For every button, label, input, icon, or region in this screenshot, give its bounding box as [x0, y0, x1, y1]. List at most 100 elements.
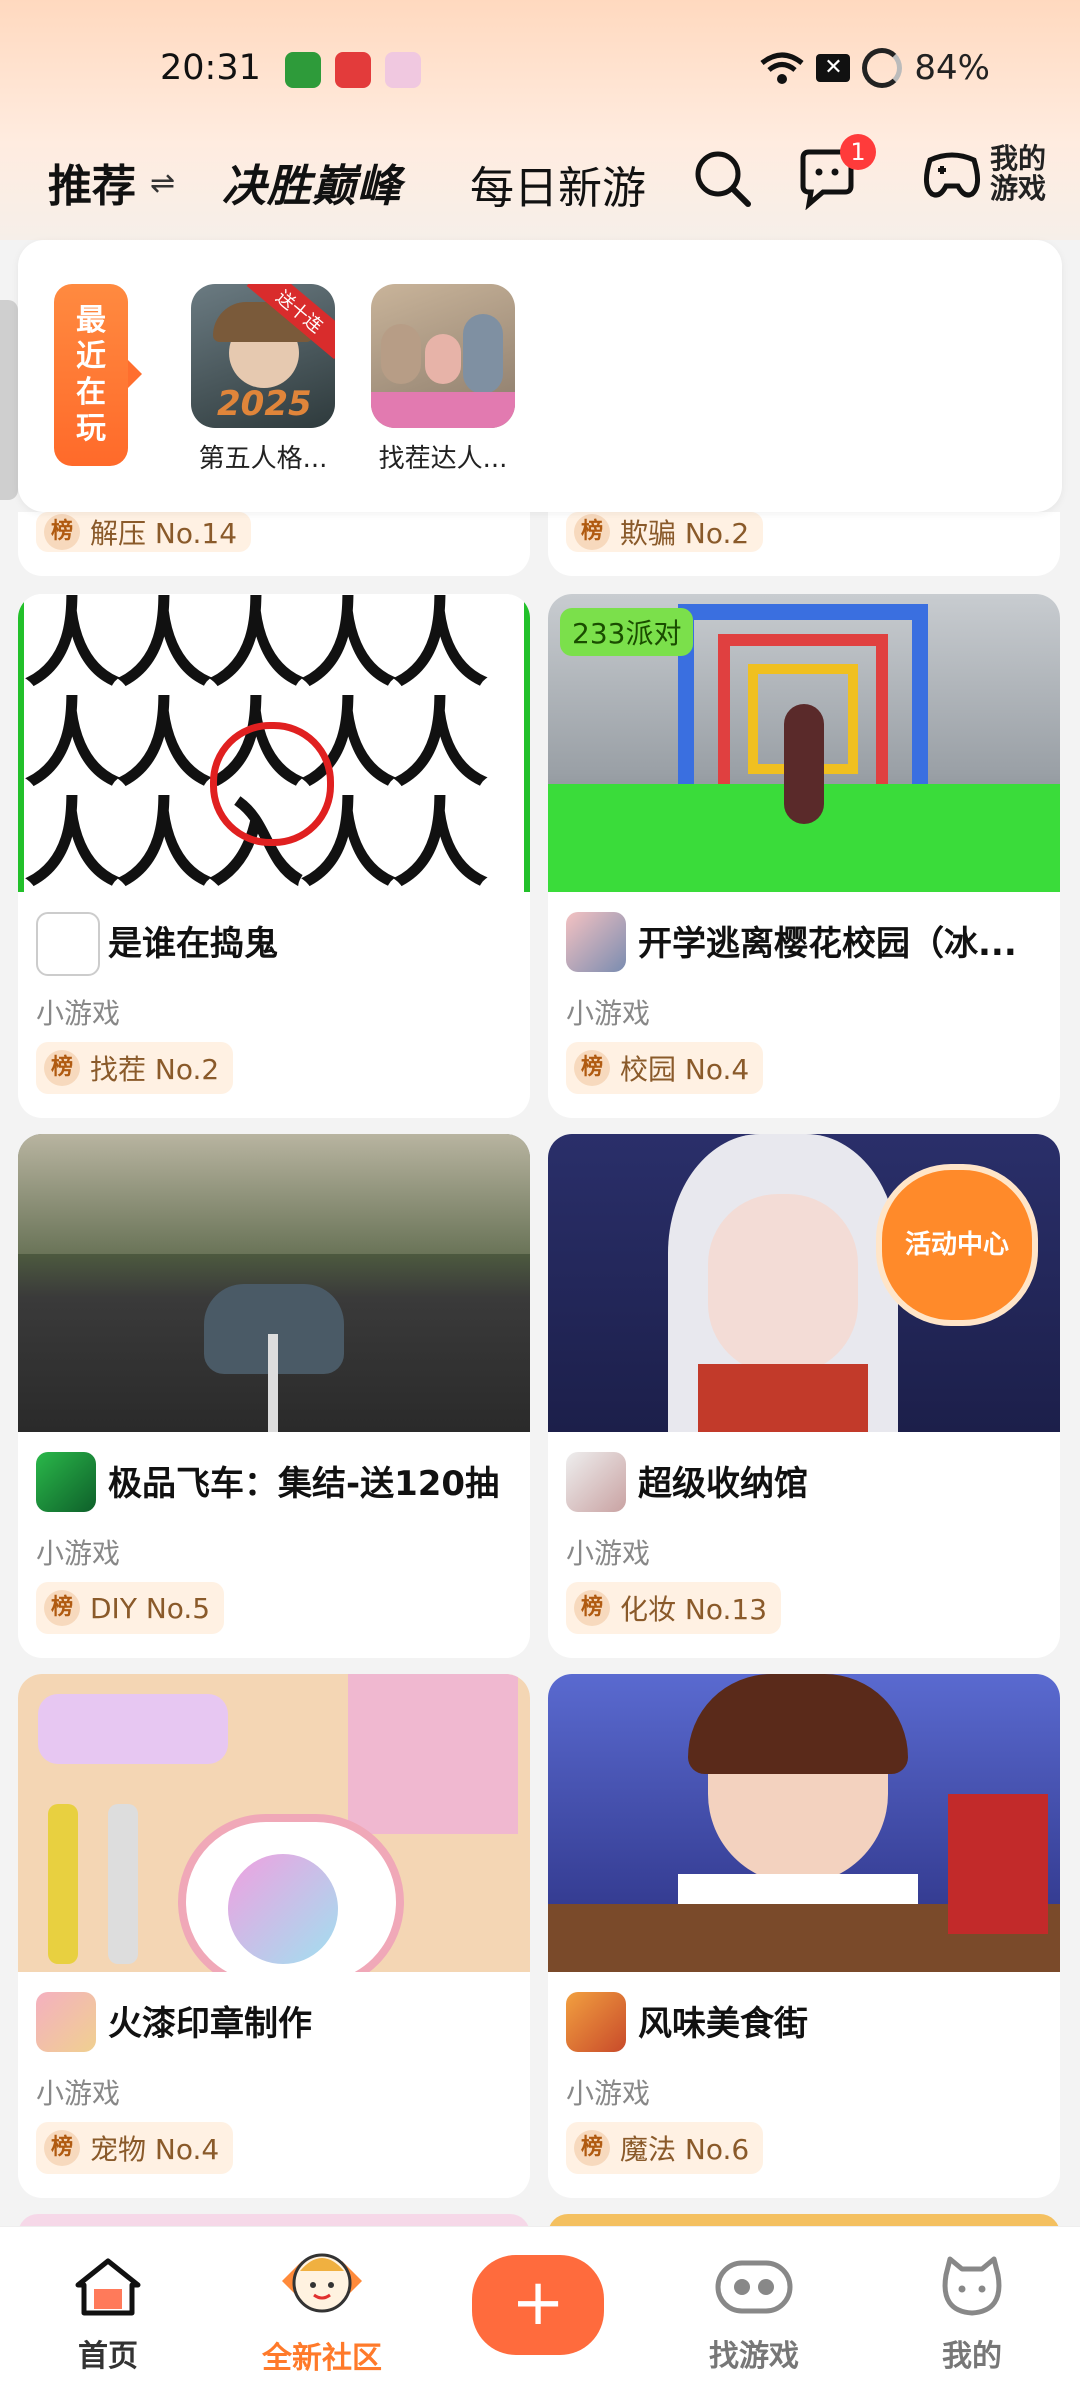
- game-card-image: [548, 1674, 1060, 1972]
- game-card[interactable]: 活动中心 超级收纳馆 小游戏 榜 化妆 No.13: [548, 1134, 1060, 1658]
- party-tag: 233派对: [560, 608, 694, 656]
- tab-daily-new[interactable]: 每日新游: [470, 152, 646, 216]
- notification-badge: 1: [840, 134, 876, 170]
- rank-text: 解压 No.14: [90, 517, 238, 550]
- status-right: ✕ 84%: [760, 48, 990, 88]
- rank-text: DIY No.5: [90, 1591, 211, 1625]
- tab-recommend-label: 推荐: [48, 161, 136, 212]
- rank-badge[interactable]: 榜 宠物 No.4: [36, 2122, 234, 2174]
- rank-icon: 榜: [574, 1050, 610, 1086]
- game-card-image: [18, 1674, 530, 1972]
- game-card-image: 人人人人人 人人人人人 人人入人人: [18, 594, 530, 892]
- recent-game-2-thumb: [371, 284, 515, 428]
- rank-badge[interactable]: 榜 校园 No.4: [566, 1042, 764, 1094]
- my-games-button[interactable]: 我的游戏: [920, 144, 1050, 204]
- recent-game-1[interactable]: 送十连 2025 第五人格...: [188, 284, 338, 475]
- game-card[interactable]: 火漆印章制作 小游戏 榜 宠物 No.4: [18, 1674, 530, 2198]
- partial-rank-right: 榜 欺骗 No.2: [566, 512, 764, 552]
- partial-card-right[interactable]: 榜 欺骗 No.2: [548, 512, 1060, 576]
- game-title: 开学逃离樱花校园（冰...: [638, 924, 1017, 964]
- game-card[interactable]: 极品飞车：集结-送120抽 小游戏 榜 DIY No.5: [18, 1134, 530, 1658]
- pink-app-icon: [385, 52, 421, 88]
- nav-home-label: 首页: [78, 2339, 138, 2374]
- game-app-icon: [36, 912, 100, 976]
- rank-icon: 榜: [44, 1050, 80, 1086]
- game-subtitle: 小游戏: [36, 997, 121, 1030]
- status-time: 20:31: [160, 48, 261, 88]
- tab-battle[interactable]: 决胜巅峰: [222, 150, 402, 214]
- nav-find-games-label: 找游戏: [709, 2339, 799, 2374]
- rank-icon: 榜: [574, 514, 610, 550]
- nav-community[interactable]: 全新社区: [252, 2241, 392, 2377]
- oppo-app-icon: [285, 52, 321, 88]
- activity-center-badge[interactable]: 活动中心: [876, 1164, 1038, 1326]
- recent-game-2[interactable]: 找茬达人...: [368, 284, 518, 475]
- nav-mine[interactable]: 我的: [902, 2255, 1042, 2375]
- game-card[interactable]: 人人人人人 人人人人人 人人入人人 是谁在捣鬼 小游戏 榜 找茬 No.2: [18, 594, 530, 1118]
- tab-battle-label: 决胜巅峰: [222, 161, 402, 212]
- status-bar: 20:31 ✕ 84%: [0, 0, 1080, 140]
- red-app-icon: [335, 52, 371, 88]
- game-subtitle: 小游戏: [36, 1537, 121, 1570]
- rank-icon: 榜: [44, 1590, 80, 1626]
- tab-daily-label: 每日新游: [470, 163, 646, 214]
- recent-label: 最近在玩: [54, 284, 142, 466]
- search-icon[interactable]: [690, 146, 754, 210]
- rank-text: 校园 No.4: [620, 1053, 750, 1086]
- game-title: 是谁在捣鬼: [108, 924, 278, 964]
- partial-card-left[interactable]: 榜 解压 No.14: [18, 512, 530, 576]
- rank-text: 找茬 No.2: [90, 1053, 220, 1086]
- game-app-icon: [36, 1452, 96, 1512]
- game-title: 超级收纳馆: [638, 1464, 808, 1504]
- rank-icon: 榜: [44, 514, 80, 550]
- game-app-icon: [36, 1992, 96, 2052]
- rank-icon: 榜: [574, 1590, 610, 1626]
- game-title: 风味美食街: [638, 2004, 808, 2044]
- game-title: 极品飞车：集结-送120抽: [108, 1464, 500, 1504]
- profile-cat-icon: [942, 2256, 1002, 2316]
- rank-text: 化妆 No.13: [620, 1593, 768, 1626]
- recent-year: 2025: [217, 384, 312, 424]
- nav-find-games[interactable]: 找游戏: [684, 2255, 824, 2375]
- bottom-nav: 首页 全新社区 + 找游戏 我的: [0, 2226, 1080, 2401]
- rank-badge[interactable]: 榜 化妆 No.13: [566, 1582, 782, 1634]
- rank-text: 宠物 No.4: [90, 2133, 220, 2166]
- game-card[interactable]: 风味美食街 小游戏 榜 魔法 No.6: [548, 1674, 1060, 2198]
- recent-game-2-name: 找茬达人...: [378, 444, 508, 474]
- home-icon: [75, 2258, 141, 2316]
- side-drag-handle[interactable]: [0, 300, 18, 500]
- tab-recommend[interactable]: 推荐: [48, 150, 164, 214]
- game-card-image: [18, 1134, 530, 1432]
- sim-off-icon: ✕: [816, 54, 851, 82]
- rank-text: 魔法 No.6: [620, 2133, 750, 2166]
- gamepad-icon: [924, 152, 980, 198]
- nav-mine-label: 我的: [942, 2339, 1002, 2374]
- rank-badge[interactable]: 榜 找茬 No.2: [36, 1042, 234, 1094]
- swap-icon[interactable]: ⇌: [150, 166, 175, 201]
- nav-home[interactable]: 首页: [38, 2255, 178, 2375]
- game-app-icon: [566, 912, 626, 972]
- top-nav: 推荐 ⇌ 决胜巅峰 每日新游 1 我的游戏: [0, 134, 1080, 240]
- game-subtitle: 小游戏: [566, 1537, 651, 1570]
- game-card[interactable]: 233派对 开学逃离樱花校园（冰... 小游戏 榜 校园 No.4: [548, 594, 1060, 1118]
- community-mascot-icon: [282, 2253, 362, 2313]
- game-subtitle: 小游戏: [566, 2077, 651, 2110]
- game-title: 火漆印章制作: [108, 2004, 312, 2044]
- rank-badge[interactable]: 榜 魔法 No.6: [566, 2122, 764, 2174]
- game-subtitle: 小游戏: [566, 997, 651, 1030]
- game-app-icon: [566, 1992, 626, 2052]
- partial-rank-left: 榜 解压 No.14: [36, 512, 252, 552]
- recent-played-panel: 最近在玩 送十连 2025 第五人格... 找茬达人...: [18, 240, 1062, 512]
- my-games-label: 我的游戏: [990, 142, 1047, 205]
- game-subtitle: 小游戏: [36, 2077, 121, 2110]
- nav-community-label: 全新社区: [262, 2341, 382, 2376]
- find-games-icon: [715, 2260, 793, 2314]
- create-post-button[interactable]: +: [472, 2255, 604, 2355]
- rank-text: 欺骗 No.2: [620, 517, 750, 550]
- battery-percent: 84%: [914, 48, 990, 88]
- rank-icon: 榜: [44, 2130, 80, 2166]
- game-app-icon: [566, 1452, 626, 1512]
- battery-icon: [862, 48, 903, 88]
- rank-badge[interactable]: 榜 DIY No.5: [36, 1582, 225, 1634]
- recent-game-1-name: 第五人格...: [198, 444, 328, 474]
